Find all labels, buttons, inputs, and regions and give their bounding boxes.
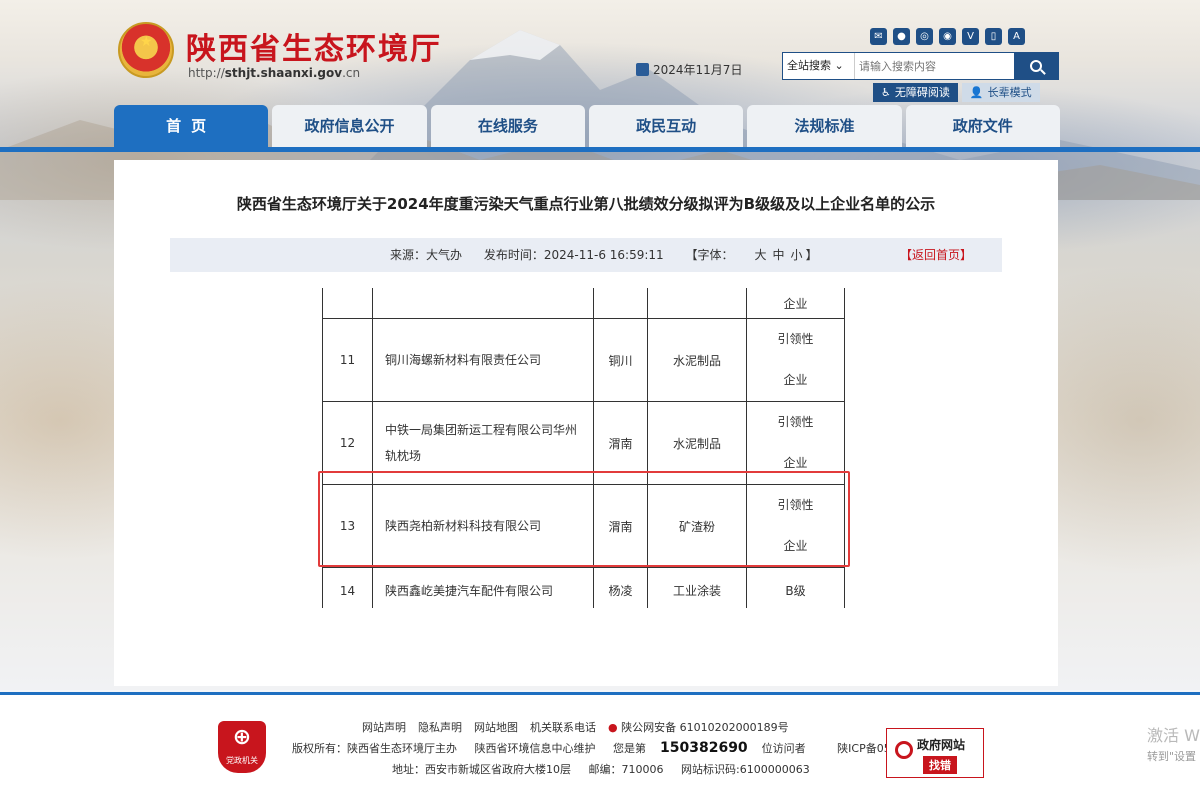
weibo-icon[interactable]: ◎ [916,28,933,45]
font-large[interactable]: 大 [755,248,767,262]
main-nav: 首页 政府信息公开 在线服务 政民互动 法规标准 政府文件 [114,105,1060,147]
social-icons: ✉ ● ◎ ◉ V ▯ A [870,28,1025,45]
accessibility-icon: ♿ [881,86,891,99]
visitor-count: 150382690 [660,740,748,756]
site-url: http://sthjt.shaanxi.gov.cn [188,66,361,80]
search-icon [1030,60,1042,72]
footer-link[interactable]: 机关联系电话 [530,719,596,735]
app-icon[interactable]: A [1008,28,1025,45]
elder-mode-button[interactable]: 👤 长辈模式 [961,83,1040,102]
site-title[interactable]: 陕西省生态环境厅 [186,24,442,68]
font-medium[interactable]: 中 [773,248,785,262]
vip-icon[interactable]: V [962,28,979,45]
calendar-icon [636,63,649,76]
wechat-icon[interactable]: ◉ [939,28,956,45]
footer-link[interactable]: 隐私声明 [418,719,462,735]
mobile-icon[interactable]: ▯ [985,28,1002,45]
tab-home[interactable]: 首页 [114,105,269,147]
article-title: 陕西省生态环境厅关于2024年度重污染天气重点行业第八批绩效分级拟评为B级级及以… [236,195,936,213]
table-row: 企业 [322,288,845,319]
search-button[interactable] [1014,53,1058,79]
font-size-control: 【字体：大中小】 [685,248,818,262]
elder-icon: 👤 [969,86,984,99]
tab-gov-info[interactable]: 政府信息公开 [272,105,427,147]
mail-icon[interactable]: ✉ [870,28,887,45]
activation-watermark-sub: 转到"设置 [1147,750,1197,763]
article-source: 来源：大气办 [390,248,463,262]
footer-link[interactable]: 网站地图 [474,719,518,735]
accessible-reading-button[interactable]: ♿ 无障碍阅读 [873,83,958,102]
gov-site-error-report[interactable]: 政府网站 找错 [886,728,984,778]
footer: ⊕ 党政机关 网站声明 隐私声明 网站地图 机关联系电话 ● 陕公网安备 6101… [0,695,1200,800]
party-gov-badge[interactable]: ⊕ 党政机关 [218,721,266,773]
table-row: 14 陕西鑫屹美捷汽车配件有限公司 杨凌 工业涂装 B级 [322,567,845,608]
footer-links: 网站声明 隐私声明 网站地图 机关联系电话 ● 陕公网安备 6101020200… [362,719,789,735]
national-emblem-logo: ★ [118,22,174,78]
search-input[interactable] [855,53,1014,79]
font-small[interactable]: 小 [791,248,803,262]
current-date: 2024年11月7日 [636,61,742,78]
search-scope-select[interactable]: 全站搜索 ⌄ [783,53,855,79]
publish-time: 发布时间：2024-11-6 16:59:11 [483,248,664,262]
tab-regulations[interactable]: 法规标准 [747,105,902,147]
chat-icon[interactable]: ● [893,28,910,45]
police-icon: ● [608,721,618,734]
article-meta: 来源：大气办 发布时间：2024-11-6 16:59:11 【字体：大中小】 … [170,238,1002,272]
accessibility-bar: ♿ 无障碍阅读 👤 长辈模式 [873,83,1040,102]
tab-gov-documents[interactable]: 政府文件 [905,105,1060,147]
highlight-box [318,471,850,567]
nav-divider [0,147,1200,152]
tab-online-service[interactable]: 在线服务 [430,105,585,147]
footer-link[interactable]: 网站声明 [362,719,406,735]
search-bar: 全站搜索 ⌄ [782,52,1059,80]
footer-address: 地址：西安市新城区省政府大楼10层 邮编：710006 网站标识码:610000… [392,763,810,776]
police-record[interactable]: ● 陕公网安备 61010202000189号 [608,719,789,735]
activation-watermark: 激活 W [1147,726,1200,745]
table-row: 11 铜川海螺新材料有限责任公司 铜川 水泥制品 引领性 企业 [322,318,845,402]
footer-info: 版权所有：陕西省生态环境厅主办 陕西省环境信息中心维护 您是第 150382690… [292,740,958,756]
magnifier-icon [895,741,913,759]
tab-interaction[interactable]: 政民互动 [588,105,744,147]
article-card: 陕西省生态环境厅关于2024年度重污染天气重点行业第八批绩效分级拟评为B级级及以… [114,160,1058,686]
back-home-link[interactable]: 【返回首页】 [900,238,972,272]
